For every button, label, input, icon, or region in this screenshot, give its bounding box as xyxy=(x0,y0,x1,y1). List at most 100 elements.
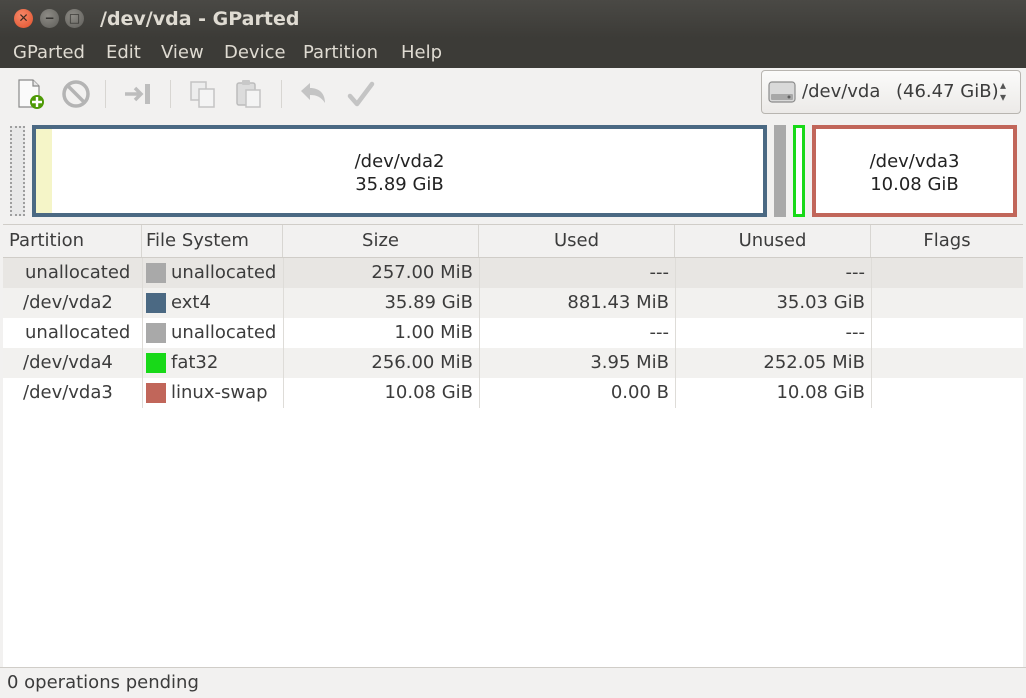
delete-icon xyxy=(62,80,90,108)
column-divider xyxy=(871,378,872,408)
cell-used: 3.95 MiB xyxy=(590,352,669,373)
fs-color-swatch xyxy=(146,293,166,313)
cell-unused: 252.05 MiB xyxy=(763,352,865,373)
cell-unused: 10.08 GiB xyxy=(776,382,865,403)
device-size: (46.47 GiB) xyxy=(896,81,999,102)
cell-size: 256.00 MiB xyxy=(371,352,473,373)
menu-view[interactable]: View xyxy=(161,42,204,63)
header-used[interactable]: Used xyxy=(479,225,675,257)
copy-button[interactable] xyxy=(187,78,219,110)
map-vda2-name: /dev/vda2 xyxy=(354,151,445,172)
header-flags[interactable]: Flags xyxy=(871,225,1023,257)
column-divider xyxy=(871,348,872,378)
column-divider xyxy=(283,258,284,288)
cell-size: 35.89 GiB xyxy=(384,292,473,313)
table-row[interactable]: /dev/vda3 linux-swap 10.08 GiB 0.00 B 10… xyxy=(3,378,1023,408)
cell-partition: /dev/vda4 xyxy=(23,352,113,373)
column-divider xyxy=(142,378,143,408)
cell-size: 10.08 GiB xyxy=(384,382,473,403)
copy-icon xyxy=(190,81,215,108)
map-vda3-segment[interactable]: /dev/vda3 10.08 GiB xyxy=(812,125,1017,217)
cell-used: --- xyxy=(649,262,670,283)
cell-partition: unallocated xyxy=(25,322,131,343)
partition-map: /dev/vda2 35.89 GiB /dev/vda3 10.08 GiB xyxy=(0,120,1026,224)
map-vda3-size: 10.08 GiB xyxy=(870,174,959,195)
column-divider xyxy=(283,318,284,348)
cell-unused: 35.03 GiB xyxy=(776,292,865,313)
cell-filesystem: unallocated xyxy=(171,322,277,343)
column-divider xyxy=(283,348,284,378)
menu-gparted[interactable]: GParted xyxy=(13,42,85,63)
column-divider xyxy=(142,258,143,288)
map-unallocated-small-segment[interactable] xyxy=(774,125,786,217)
toolbar-separator xyxy=(170,80,171,108)
column-divider xyxy=(675,348,676,378)
column-divider xyxy=(142,348,143,378)
cell-size: 257.00 MiB xyxy=(371,262,473,283)
map-vda2-size: 35.89 GiB xyxy=(355,174,444,195)
device-name: /dev/vda xyxy=(802,81,881,102)
device-selector[interactable]: /dev/vda (46.47 GiB) ▴ ▾ xyxy=(761,70,1021,114)
minimize-window-button[interactable]: − xyxy=(40,9,59,28)
column-divider xyxy=(675,378,676,408)
column-divider xyxy=(675,318,676,348)
column-divider xyxy=(871,288,872,318)
map-vda4-segment[interactable] xyxy=(793,125,805,217)
cell-filesystem: ext4 xyxy=(171,292,211,313)
column-divider xyxy=(479,258,480,288)
fs-color-swatch xyxy=(146,353,166,373)
partition-table: Partition File System Size Used Unused F… xyxy=(3,224,1023,667)
table-row[interactable]: /dev/vda2 ext4 35.89 GiB 881.43 MiB 35.0… xyxy=(3,288,1023,318)
map-vda3-name: /dev/vda3 xyxy=(869,151,960,172)
table-row[interactable]: unallocated unallocated 1.00 MiB --- --- xyxy=(3,318,1023,348)
new-partition-button[interactable] xyxy=(14,78,46,110)
column-divider xyxy=(871,258,872,288)
paste-button[interactable] xyxy=(233,78,265,110)
resize-move-icon xyxy=(125,84,150,104)
undo-button[interactable] xyxy=(297,78,329,110)
map-vda2-segment[interactable]: /dev/vda2 35.89 GiB xyxy=(32,125,767,217)
cell-partition: /dev/vda3 xyxy=(23,382,113,403)
table-header: Partition File System Size Used Unused F… xyxy=(3,225,1023,258)
cell-filesystem: fat32 xyxy=(171,352,219,373)
fs-color-swatch xyxy=(146,383,166,403)
menu-edit[interactable]: Edit xyxy=(106,42,141,63)
fs-color-swatch xyxy=(146,323,166,343)
cell-used: 0.00 B xyxy=(610,382,669,403)
menu-device[interactable]: Device xyxy=(224,42,286,63)
table-row[interactable]: /dev/vda4 fat32 256.00 MiB 3.95 MiB 252.… xyxy=(3,348,1023,378)
title-bar: ✕ − □ /dev/vda - GParted xyxy=(0,0,1026,38)
cell-used: --- xyxy=(649,322,670,343)
apply-button[interactable] xyxy=(345,78,377,110)
window-title: /dev/vda - GParted xyxy=(100,8,300,30)
column-divider xyxy=(675,258,676,288)
close-window-button[interactable]: ✕ xyxy=(14,9,33,28)
status-bar: 0 operations pending xyxy=(0,667,1026,698)
harddisk-icon xyxy=(768,79,796,105)
header-unused[interactable]: Unused xyxy=(675,225,871,257)
cell-partition: /dev/vda2 xyxy=(23,292,113,313)
toolbar-separator xyxy=(281,80,282,108)
cell-unused: --- xyxy=(845,262,866,283)
menu-partition[interactable]: Partition xyxy=(303,42,378,63)
menu-bar: GParted Edit View Device Partition Help xyxy=(0,38,1026,68)
map-unallocated-segment[interactable] xyxy=(10,126,25,216)
delete-partition-button[interactable] xyxy=(60,78,92,110)
header-size[interactable]: Size xyxy=(283,225,479,257)
paste-icon xyxy=(236,80,261,108)
cell-partition: unallocated xyxy=(25,262,131,283)
maximize-window-button[interactable]: □ xyxy=(65,9,84,28)
menu-help[interactable]: Help xyxy=(401,42,442,63)
resize-move-button[interactable] xyxy=(122,78,154,110)
cell-filesystem: unallocated xyxy=(171,262,277,283)
column-divider xyxy=(479,288,480,318)
spin-arrows-icon: ▴ ▾ xyxy=(1000,78,1007,104)
header-filesystem[interactable]: File System xyxy=(142,225,283,257)
column-divider xyxy=(479,378,480,408)
fs-color-swatch xyxy=(146,263,166,283)
table-row[interactable]: unallocated unallocated 257.00 MiB --- -… xyxy=(3,258,1023,288)
column-divider xyxy=(142,318,143,348)
checkmark-icon xyxy=(347,81,375,107)
column-divider xyxy=(675,288,676,318)
header-partition[interactable]: Partition xyxy=(3,225,142,257)
